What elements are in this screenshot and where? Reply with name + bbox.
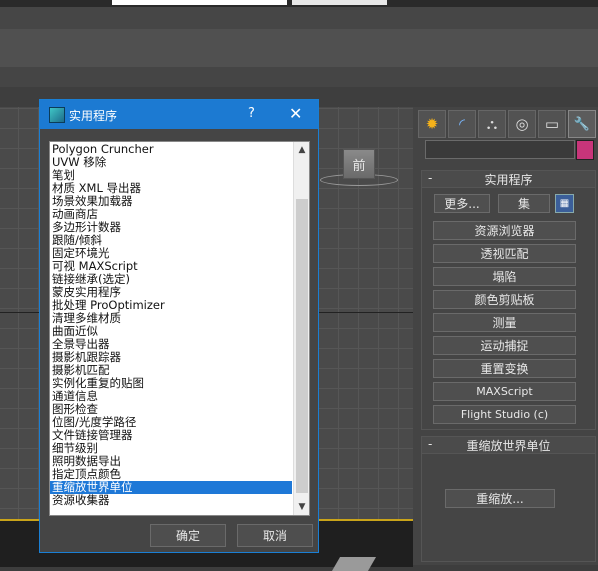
list-item[interactable]: 多边形计数器: [50, 221, 292, 234]
help-icon[interactable]: ?: [248, 106, 255, 121]
object-color-swatch[interactable]: [576, 140, 594, 160]
cancel-button[interactable]: 取消: [237, 524, 313, 547]
hierarchy-tab[interactable]: ⛬: [478, 110, 506, 138]
viewcube-label: 前: [352, 158, 366, 174]
top-field-2[interactable]: [292, 0, 387, 5]
list-item[interactable]: 文件链接管理器: [50, 429, 292, 442]
scroll-up-icon[interactable]: ▲: [294, 142, 309, 158]
utility-button-reset-xform[interactable]: 重置变换: [433, 359, 576, 378]
utility-button-flight-studio[interactable]: Flight Studio (c): [433, 405, 576, 424]
list-item[interactable]: 细节级别: [50, 442, 292, 455]
list-item[interactable]: 材质 XML 导出器: [50, 182, 292, 195]
utility-button-maxscript[interactable]: MAXScript: [433, 382, 576, 401]
list-item[interactable]: 全景导出器: [50, 338, 292, 351]
list-item[interactable]: 重缩放世界单位: [50, 481, 292, 494]
list-item[interactable]: 实例化重复的贴图: [50, 377, 292, 390]
utility-button-color-clipboard[interactable]: 颜色剪贴板: [433, 290, 576, 309]
display-icon: ▭: [544, 115, 560, 133]
list-item[interactable]: 蒙皮实用程序: [50, 286, 292, 299]
list-item[interactable]: 链接继承(选定): [50, 273, 292, 286]
utility-button-collapse[interactable]: 塌陷: [433, 267, 576, 286]
scene-object[interactable]: [331, 557, 377, 571]
object-name-field[interactable]: [425, 140, 575, 159]
hierarchy-icon: ⛬: [486, 115, 498, 133]
motion-tab[interactable]: ◎: [508, 110, 536, 138]
collapse-toggle[interactable]: -: [428, 437, 432, 451]
list-item[interactable]: 动画商店: [50, 208, 292, 221]
ok-button[interactable]: 确定: [150, 524, 226, 547]
list-item[interactable]: 跟随/倾斜: [50, 234, 292, 247]
sets-button[interactable]: 集: [498, 194, 550, 213]
viewcube[interactable]: 前: [343, 149, 375, 179]
modify-tab[interactable]: ◜: [448, 110, 476, 138]
utilities-rollout: - 实用程序 更多... 集 ▦ 资源浏览器 透视匹配 塌陷 颜色剪贴板 测量 …: [421, 170, 596, 430]
list-item[interactable]: 摄影机跟踪器: [50, 351, 292, 364]
list-item[interactable]: 指定顶点颜色: [50, 468, 292, 481]
list-item[interactable]: 批处理 ProOptimizer: [50, 299, 292, 312]
utilities-list[interactable]: Polygon Cruncher UVW 移除 笔划 材质 XML 导出器 场景效果加载…: [49, 141, 310, 516]
menu-bar: [0, 7, 598, 29]
scroll-down-icon[interactable]: ▼: [294, 499, 309, 515]
close-icon[interactable]: ✕: [289, 104, 302, 123]
configure-sets-icon[interactable]: ▦: [555, 194, 574, 213]
collapse-toggle[interactable]: -: [428, 171, 432, 185]
list-item[interactable]: 可视 MAXScript: [50, 260, 292, 273]
top-search-field[interactable]: [112, 0, 287, 5]
rollout-title: 重缩放世界单位: [466, 438, 551, 453]
scrollbar-thumb[interactable]: [296, 199, 308, 493]
utilities-rollout-header[interactable]: - 实用程序: [422, 171, 595, 188]
list-item[interactable]: 场景效果加载器: [50, 195, 292, 208]
rescale-rollout-header[interactable]: - 重缩放世界单位: [422, 437, 595, 454]
rescale-rollout: - 重缩放世界单位 重缩放...: [421, 436, 596, 562]
utilities-icon: 🔧: [573, 116, 591, 132]
utilities-dialog: 实用程序 ? ✕ Polygon Cruncher UVW 移除 笔划 材质 XML …: [39, 99, 319, 553]
list-item[interactable]: Polygon Cruncher: [50, 143, 292, 156]
list-item[interactable]: 通道信息: [50, 390, 292, 403]
rescale-button[interactable]: 重缩放...: [445, 489, 555, 508]
ribbon-bar: [0, 67, 598, 88]
list-item[interactable]: 清理多维材质: [50, 312, 292, 325]
list-item[interactable]: 固定环境光: [50, 247, 292, 260]
list-item[interactable]: 摄影机匹配: [50, 364, 292, 377]
create-tab[interactable]: ✹: [418, 110, 446, 138]
app-icon: [49, 107, 65, 123]
list-item[interactable]: 资源收集器: [50, 494, 292, 507]
utility-button-measure[interactable]: 测量: [433, 313, 576, 332]
utility-button-perspective-match[interactable]: 透视匹配: [433, 244, 576, 263]
list-item[interactable]: 图形检查: [50, 403, 292, 416]
dialog-title-bar[interactable]: 实用程序 ? ✕: [40, 100, 318, 129]
motion-icon: ◎: [515, 115, 529, 133]
command-panel: ✹ ◜ ⛬ ◎ ▭ 🔧 - 实用程序 更多... 集 ▦ 资源浏览器 透视匹配 …: [413, 107, 598, 565]
utilities-tab[interactable]: 🔧: [568, 110, 596, 138]
list-item[interactable]: 笔划: [50, 169, 292, 182]
modify-icon: ◜: [459, 115, 465, 133]
main-toolbar: [0, 29, 598, 67]
command-panel-tabs: ✹ ◜ ⛬ ◎ ▭ 🔧: [418, 110, 596, 138]
create-icon: ✹: [425, 115, 439, 133]
list-item[interactable]: 照明数据导出: [50, 455, 292, 468]
list-item[interactable]: 曲面近似: [50, 325, 292, 338]
utility-button-asset-browser[interactable]: 资源浏览器: [433, 221, 576, 240]
list-items: Polygon Cruncher UVW 移除 笔划 材质 XML 导出器 场景效果加载…: [50, 143, 292, 507]
dialog-title: 实用程序: [69, 109, 118, 123]
display-tab[interactable]: ▭: [538, 110, 566, 138]
list-item[interactable]: UVW 移除: [50, 156, 292, 169]
utility-button-motion-capture[interactable]: 运动捕捉: [433, 336, 576, 355]
more-button[interactable]: 更多...: [434, 194, 490, 213]
scrollbar[interactable]: ▲ ▼: [293, 142, 309, 515]
rollout-title: 实用程序: [484, 172, 533, 187]
list-item[interactable]: 位图/光度学路径: [50, 416, 292, 429]
